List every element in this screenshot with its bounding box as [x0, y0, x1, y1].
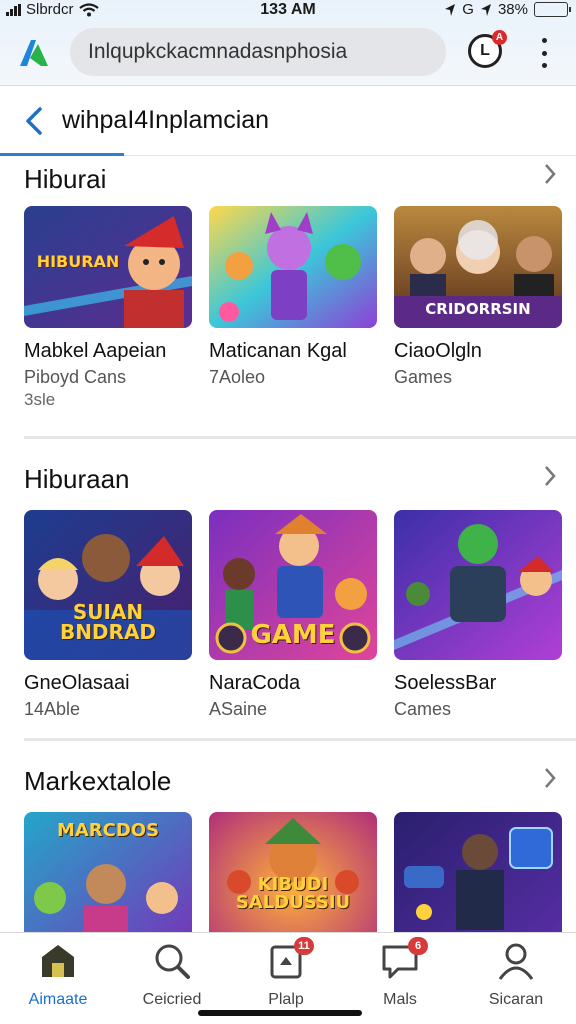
game-card[interactable]: SoelessBar Cames	[394, 510, 562, 720]
home-indicator[interactable]	[198, 1010, 362, 1016]
top-bar: Slbrdcr 133 AM G 38% Inlqupkckacmnadasnp…	[0, 0, 576, 86]
card-title: Mabkel Aapeian	[24, 340, 167, 362]
bottom-nav-library[interactable]: 11 Plalp	[236, 937, 336, 1011]
section-title: Hiburai	[24, 164, 107, 194]
bottom-nav-badge: 6	[408, 937, 428, 955]
card-subtitle: Games	[394, 367, 453, 387]
profile-letter: L	[480, 42, 490, 59]
chat-icon: 6	[380, 937, 428, 981]
card-subtitle: Piboyd Cans	[24, 367, 127, 387]
chevron-right-icon[interactable]	[542, 162, 558, 186]
game-thumbnail: KIBUDI SALDUSSIU	[209, 812, 377, 932]
game-thumbnail: SUIAN BNDRAD	[24, 510, 192, 660]
game-card[interactable]: GAME NaraCoda ASaine	[209, 510, 377, 720]
section-divider	[24, 738, 576, 741]
section-title: Markextalole	[24, 766, 172, 796]
card-title: GneOlasaai	[24, 672, 130, 694]
card-title: NaraCoda	[209, 672, 301, 694]
thumbnail-art-text: KIBUDI SALDUSSIU	[235, 874, 351, 913]
bottom-nav-messages[interactable]: 6 Mals	[350, 937, 450, 1011]
bottom-nav-home[interactable]: Aimaate	[8, 941, 108, 1011]
location-icon	[445, 3, 456, 16]
bottom-nav-label: Aimaate	[28, 991, 88, 1008]
bottom-nav-label: Ceicried	[142, 991, 202, 1008]
game-thumbnail	[209, 206, 377, 328]
card-subtitle: 7Aoleo	[209, 367, 266, 387]
game-thumbnail: CRIDORRSIN	[394, 206, 562, 328]
game-thumbnail	[394, 812, 562, 932]
game-card[interactable]	[394, 812, 562, 932]
game-thumbnail	[394, 510, 562, 660]
game-card[interactable]: SUIAN BNDRAD GneOlasaai 14Able	[24, 510, 192, 720]
game-card[interactable]: Maticanan Kgal 7Aoleo	[209, 206, 377, 388]
card-subtitle: ASaine	[209, 699, 268, 719]
home-icon	[38, 941, 78, 981]
bottom-nav-label: Plalp	[268, 991, 304, 1008]
network-label: G	[462, 1, 474, 18]
chevron-right-icon[interactable]	[542, 464, 558, 488]
card-subtitle: Cames	[394, 699, 452, 719]
bottom-nav-profile[interactable]: Sicaran	[466, 941, 566, 1011]
game-card[interactable]: MARCDOS	[24, 812, 192, 932]
app-logo-icon[interactable]	[14, 32, 54, 72]
game-thumbnail: HIBURAN	[24, 206, 192, 328]
cellular-icon	[480, 3, 491, 16]
section-1: Hiburai HIBURAN Mabkel Aapeian Piboyd Ca…	[0, 156, 576, 439]
page-title: wihpaI4Inplamcian	[62, 106, 270, 134]
battery-percent: 38%	[497, 1, 528, 18]
thumbnail-art-text: HIBURAN	[36, 252, 120, 271]
thumbnail-art-text: CRIDORRSIN	[425, 300, 531, 318]
card-title: Maticanan Kgal	[209, 340, 347, 362]
section-2: Hiburaan SUIAN BNDRAD GneOlasaai 14Able	[0, 456, 576, 741]
card-title: SoelessBar	[394, 672, 497, 694]
game-card[interactable]: HIBURAN Mabkel Aapeian Piboyd Cans 3sle	[24, 206, 192, 410]
notification-badge: A	[492, 30, 507, 45]
thumbnail-art-text: SUIAN BNDRAD	[59, 600, 157, 644]
person-icon	[496, 941, 536, 981]
status-bar: Slbrdcr 133 AM G 38%	[0, 0, 576, 22]
card-subtitle: 14Able	[24, 699, 81, 719]
section-3: Markextalole MARCDOS KIBUDI SALDUSSIU	[0, 758, 576, 932]
library-icon: 11	[266, 937, 314, 981]
section-divider	[24, 436, 576, 439]
section-title: Hiburaan	[24, 464, 130, 494]
search-icon	[152, 941, 192, 981]
game-card[interactable]: KIBUDI SALDUSSIU	[209, 812, 377, 932]
bottom-nav-label: Sicaran	[488, 991, 544, 1008]
game-card[interactable]: CRIDORRSIN CiaoOlgln Games	[394, 206, 562, 388]
thumbnail-art-text: MARCDOS	[56, 820, 160, 841]
game-thumbnail: GAME	[209, 510, 377, 660]
chevron-right-icon[interactable]	[542, 766, 558, 790]
back-arrow-icon[interactable]	[20, 104, 50, 138]
card-title: CiaoOlgln	[394, 340, 482, 362]
page-nav: wihpaI4Inplamcian	[0, 88, 576, 156]
card-meta: 3sle	[24, 390, 56, 409]
thumbnail-art-text: GAME	[250, 620, 336, 650]
search-query: Inlqupkckacmnadasnphosia	[88, 40, 348, 63]
battery-icon	[534, 2, 571, 17]
more-options-icon[interactable]	[532, 38, 556, 68]
bottom-nav-search[interactable]: Ceicried	[122, 941, 222, 1011]
game-thumbnail: MARCDOS	[24, 812, 192, 932]
search-input[interactable]: Inlqupkckacmnadasnphosia	[70, 28, 446, 76]
bottom-nav-badge: 11	[294, 937, 314, 955]
bottom-nav-label: Mals	[383, 991, 417, 1008]
